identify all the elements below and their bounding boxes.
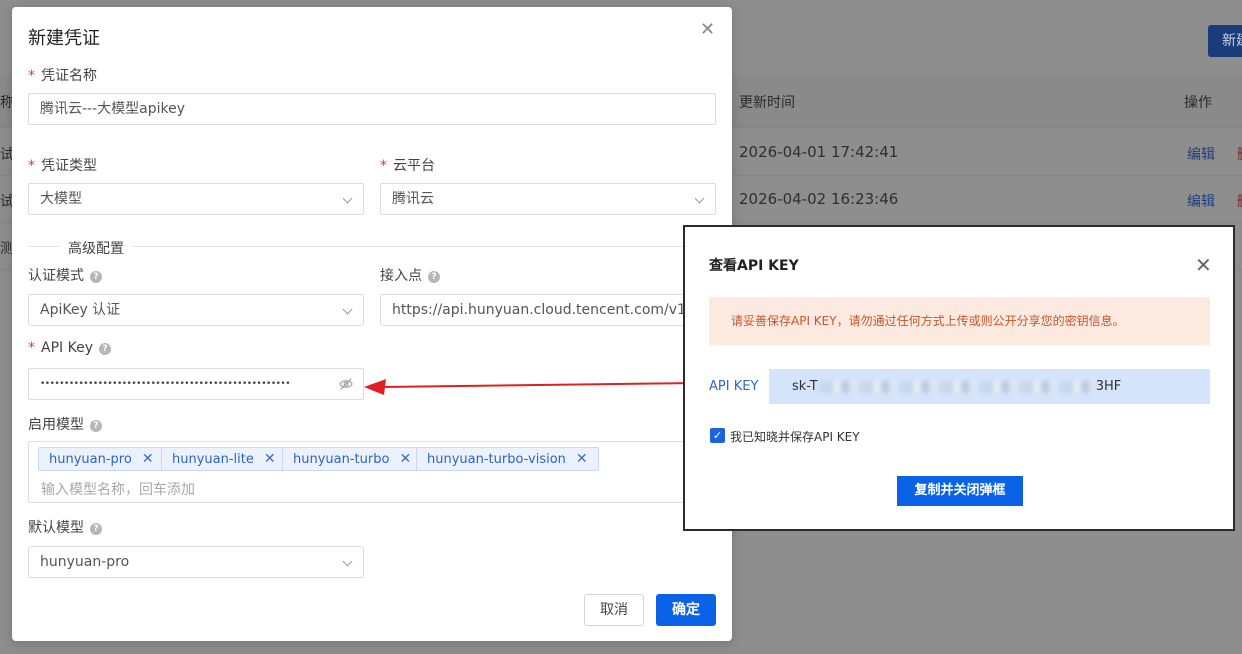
help-icon[interactable]: ?: [90, 271, 102, 283]
model-tag: hunyuan-pro ✕: [38, 447, 165, 471]
header-updated-time: 更新时间: [739, 95, 795, 111]
close-icon[interactable]: ✕: [576, 451, 588, 467]
chevron-down-icon: [694, 193, 705, 204]
endpoint-label: 接入点?: [380, 265, 440, 285]
api-key-label: API KEY: [709, 379, 759, 394]
models-placeholder[interactable]: 输入模型名称，回车添加: [41, 479, 195, 499]
copy-and-close-button[interactable]: 复制并关闭弹框: [897, 476, 1023, 506]
row-updated-time: 2026-04-02 16:23:46: [739, 190, 899, 208]
api-key-input[interactable]: ••••••••••••••••••••••••••••••••••••••••…: [28, 368, 364, 400]
row-updated-time: 2026-04-01 17:42:41: [739, 143, 899, 161]
help-icon[interactable]: ?: [428, 271, 440, 283]
cloud-platform-select[interactable]: 腾讯云: [380, 183, 716, 215]
cloud-platform-label: * 云平台: [380, 158, 435, 174]
chevron-down-icon: [342, 556, 353, 567]
cancel-button[interactable]: 取消: [584, 594, 644, 626]
blurred-key-region: [818, 380, 1095, 393]
view-api-key-dialog: 查看API KEY ✕ 请妥善保存API KEY，请勿通过任何方式上传或则公开分…: [683, 225, 1235, 531]
close-icon[interactable]: ✕: [1195, 253, 1212, 277]
chevron-down-icon: [342, 304, 353, 315]
close-icon[interactable]: ✕: [399, 451, 411, 467]
row-edit-link[interactable]: 编辑: [1187, 144, 1215, 164]
api-key-label: * API Key?: [28, 340, 111, 356]
default-model-select[interactable]: hunyuan-pro: [28, 546, 364, 578]
close-icon[interactable]: ✕: [264, 451, 276, 467]
saved-checkbox[interactable]: ✓: [710, 428, 725, 443]
api-key-value[interactable]: sk-T 3HF: [769, 369, 1210, 404]
row-delete-link[interactable]: 删: [1237, 191, 1242, 211]
enabled-models-label: 启用模型?: [28, 414, 102, 434]
chevron-down-icon: [342, 193, 353, 204]
credential-name-input[interactable]: 腾讯云---大模型apikey: [28, 93, 716, 125]
confirm-button[interactable]: 确定: [656, 594, 716, 626]
red-arrow-annotation: [364, 379, 699, 395]
default-model-label: 默认模型?: [28, 517, 102, 537]
new-button[interactable]: 新建: [1208, 25, 1242, 57]
help-icon[interactable]: ?: [98, 343, 111, 355]
warning-banner: 请妥善保存API KEY，请勿通过任何方式上传或则公开分享您的密钥信息。: [709, 297, 1210, 345]
row-delete-link[interactable]: 删: [1237, 144, 1242, 164]
model-tag: hunyuan-turbo-vision ✕: [416, 447, 599, 471]
enabled-models-input[interactable]: hunyuan-pro ✕ hunyuan-lite ✕ hunyuan-turbo…: [28, 441, 718, 503]
header-actions: 操作: [1184, 95, 1212, 111]
help-icon[interactable]: ?: [90, 523, 102, 535]
help-icon[interactable]: ?: [90, 420, 102, 432]
auth-mode-label: 认证模式?: [28, 265, 102, 285]
eye-off-icon[interactable]: [339, 377, 353, 391]
saved-checkbox-label[interactable]: 我已知晓并保存API KEY: [730, 428, 860, 445]
auth-mode-select[interactable]: ApiKey 认证: [28, 294, 364, 326]
row-edit-link[interactable]: 编辑: [1187, 191, 1215, 211]
close-icon[interactable]: ✕: [700, 19, 715, 40]
endpoint-input[interactable]: https://api.hunyuan.cloud.tencent.com/v1: [380, 294, 716, 326]
model-tag: hunyuan-turbo ✕: [282, 447, 423, 471]
credential-type-select[interactable]: 大模型: [28, 183, 364, 215]
credential-name-label: * 凭证名称: [28, 68, 97, 84]
advanced-config-label: 高级配置: [60, 238, 132, 258]
modal-title: 新建凭证: [28, 28, 100, 49]
new-credential-modal: 新建凭证 ✕ * 凭证名称 腾讯云---大模型apikey * 凭证类型 大模型 *…: [12, 7, 732, 641]
close-icon[interactable]: ✕: [142, 451, 154, 467]
credential-type-label: * 凭证类型: [28, 158, 97, 174]
model-tag: hunyuan-lite ✕: [161, 447, 287, 471]
dialog-title: 查看API KEY: [709, 258, 799, 274]
